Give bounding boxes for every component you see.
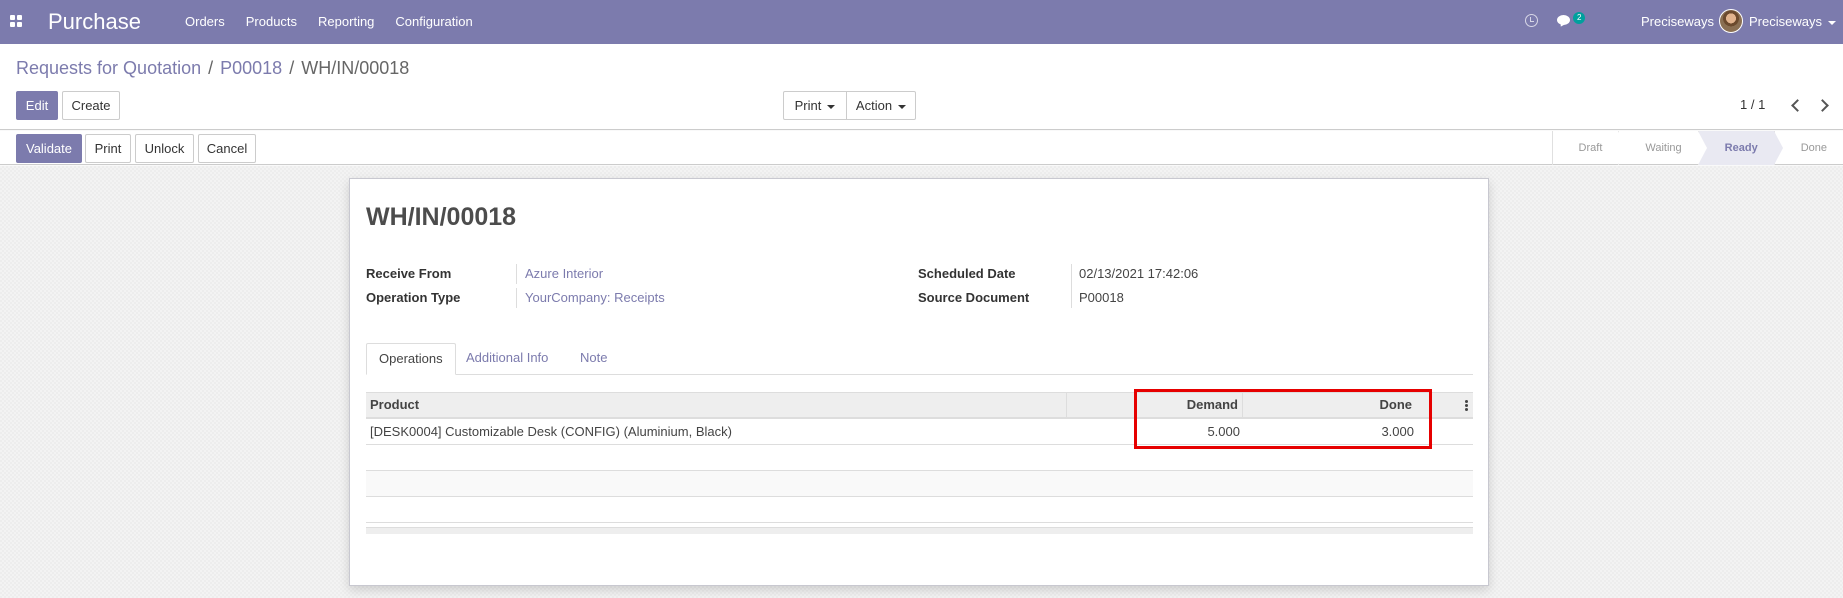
receive-from-value[interactable]: Azure Interior <box>525 266 603 281</box>
menu-products[interactable]: Products <box>246 14 297 29</box>
operation-type-value[interactable]: YourCompany: Receipts <box>525 290 665 305</box>
statusbar: Validate Print Unlock Cancel Draft Waiti… <box>0 131 1843 165</box>
table-header: Product Demand Done <box>366 392 1473 419</box>
col-demand[interactable]: Demand <box>1066 393 1238 418</box>
stage-done: Done <box>1773 131 1843 165</box>
message-count-badge: 2 <box>1573 12 1586 24</box>
table-footer <box>366 527 1473 534</box>
operation-type-label: Operation Type <box>366 290 461 305</box>
scheduled-date-value: 02/13/2021 17:42:06 <box>1079 266 1199 281</box>
top-navbar: Purchase Orders Products Reporting Confi… <box>0 0 1843 44</box>
status-stages: Draft Waiting Ready Done <box>1551 131 1843 165</box>
user-menu[interactable]: Preciseways <box>1749 14 1836 29</box>
stage-draft: Draft <box>1551 131 1628 165</box>
scheduled-date-label: Scheduled Date <box>918 266 1016 281</box>
avatar[interactable] <box>1719 9 1743 33</box>
caret-down-icon <box>1827 20 1836 25</box>
row-demand: 5.000 <box>1207 424 1240 439</box>
table-row-empty <box>366 471 1473 497</box>
table-row[interactable]: [DESK0004] Customizable Desk (CONFIG) (A… <box>366 419 1473 445</box>
tab-operations[interactable]: Operations <box>366 343 456 375</box>
stage-waiting: Waiting <box>1618 131 1707 165</box>
caret-down-icon <box>827 104 836 109</box>
company-name: Preciseways <box>1641 14 1714 29</box>
company-switcher[interactable]: Preciseways <box>1641 14 1728 29</box>
table-row-empty <box>366 445 1473 471</box>
field-divider <box>516 264 517 284</box>
caret-down-icon <box>898 104 907 109</box>
source-document-value: P00018 <box>1079 290 1124 305</box>
breadcrumb-rfq[interactable]: Requests for Quotation <box>16 58 201 79</box>
action-dropdown-label: Action <box>855 98 893 113</box>
notebook-tabs: Operations Additional Info Note <box>366 343 1473 375</box>
receive-from-label: Receive From <box>366 266 452 281</box>
field-divider <box>1071 264 1072 308</box>
col-done[interactable]: Done <box>1242 393 1413 418</box>
tab-additional-info[interactable]: Additional Info <box>454 343 560 375</box>
field-divider <box>516 288 517 308</box>
menu-reporting[interactable]: Reporting <box>318 14 374 29</box>
apps-grid-icon[interactable] <box>10 15 23 28</box>
breadcrumb-separator: / <box>208 58 214 78</box>
breadcrumb-current: WH/IN/00018 <box>301 58 410 78</box>
operations-table: Product Demand Done [DESK0004] Customiza… <box>366 392 1473 534</box>
breadcrumb-separator: / <box>289 58 295 78</box>
source-document-label: Source Document <box>918 290 1030 305</box>
row-product: [DESK0004] Customizable Desk (CONFIG) (A… <box>370 424 732 439</box>
chevron-right-icon[interactable] <box>1818 98 1828 112</box>
main-menu: Orders Products Reporting Configuration <box>185 14 494 29</box>
action-dropdown-button[interactable]: Action <box>846 91 916 120</box>
app-title: Purchase <box>48 9 141 34</box>
user-name: Preciseways <box>1749 14 1822 29</box>
menu-orders[interactable]: Orders <box>185 14 225 29</box>
row-done: 3.000 <box>1381 424 1414 439</box>
breadcrumb: Requests for Quotation / P00018 / WH/IN/… <box>16 58 409 79</box>
unlock-button[interactable]: Unlock <box>135 134 194 163</box>
table-row-empty <box>366 497 1473 523</box>
stage-ready: Ready <box>1697 131 1783 165</box>
print-dropdown-label: Print <box>794 98 822 113</box>
print-button[interactable]: Print <box>85 134 131 163</box>
validate-button[interactable]: Validate <box>16 134 82 163</box>
record-title: WH/IN/00018 <box>366 203 517 231</box>
breadcrumb-po[interactable]: P00018 <box>220 58 282 79</box>
tab-note[interactable]: Note <box>568 343 619 375</box>
pager-value[interactable]: 1 / 1 <box>1740 97 1765 112</box>
chevron-left-icon[interactable] <box>1790 98 1800 112</box>
cancel-button[interactable]: Cancel <box>198 134 256 163</box>
control-panel: Requests for Quotation / P00018 / WH/IN/… <box>0 44 1843 130</box>
edit-button[interactable]: Edit <box>16 91 58 120</box>
col-product[interactable]: Product <box>370 393 419 418</box>
messaging-icon[interactable] <box>1557 14 1573 29</box>
form-sheet: WH/IN/00018 Receive From Azure Interior … <box>349 178 1489 586</box>
optional-columns-icon[interactable] <box>1465 400 1468 412</box>
create-button[interactable]: Create <box>62 91 120 120</box>
print-dropdown-button[interactable]: Print <box>783 91 847 120</box>
activity-clock-icon[interactable] <box>1525 14 1538 27</box>
menu-configuration[interactable]: Configuration <box>395 14 472 29</box>
